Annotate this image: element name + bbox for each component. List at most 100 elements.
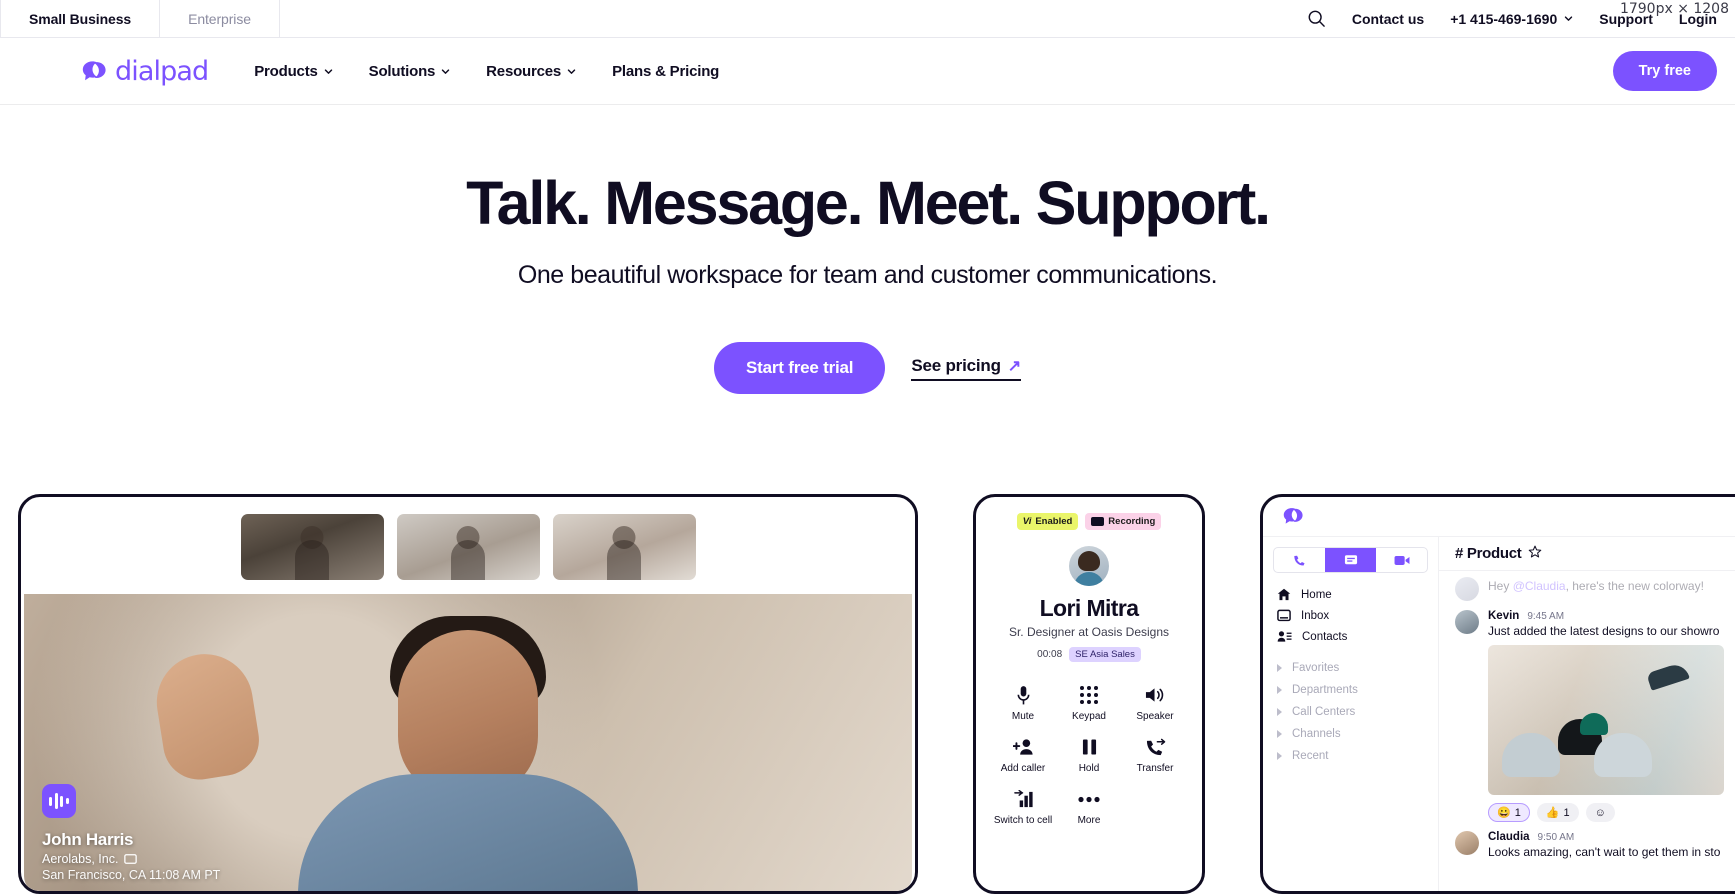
nav-item-resources[interactable]: Resources <box>486 63 576 80</box>
chevron-right-icon <box>1277 730 1282 738</box>
list-item: Kevin 9:45 AM Just added the latest desi… <box>1455 610 1735 822</box>
contact-us-link[interactable]: Contact us <box>1352 11 1424 27</box>
star-outline-icon[interactable] <box>1528 545 1542 563</box>
message-text: Looks amazing, can't wait to get them in… <box>1488 845 1721 859</box>
voice-waveform-icon <box>42 784 76 818</box>
phone-number-selector[interactable]: +1 415-469-1690 <box>1450 11 1573 27</box>
transfer-button[interactable]: Transfer <box>1122 736 1188 774</box>
try-free-button[interactable]: Try free <box>1612 51 1717 91</box>
add-caller-button[interactable]: Add caller <box>990 736 1056 774</box>
control-label: Transfer <box>1136 763 1174 774</box>
chair-shape <box>1594 733 1652 777</box>
utility-bar: Small Business Enterprise Contact us +1 … <box>0 0 1735 38</box>
speaker-figure <box>398 630 538 798</box>
mute-button[interactable]: Mute <box>990 684 1056 722</box>
keypad-button[interactable]: Keypad <box>1056 684 1122 722</box>
mention[interactable]: @Claudia <box>1513 579 1566 593</box>
page-title: Talk. Message. Meet. Support. <box>466 169 1271 237</box>
caller-info-overlay: John Harris Aerolabs, Inc. San Francisco… <box>42 784 220 882</box>
sidebar-group-recent[interactable]: Recent <box>1273 745 1428 767</box>
avatar <box>1069 546 1109 586</box>
nav-label: Products <box>254 62 318 80</box>
reaction-count: 1 <box>1563 806 1570 819</box>
message-text: Hey @Claudia, here's the new colorway! <box>1488 579 1704 593</box>
dialpad-wordmark: dialpad <box>115 55 209 87</box>
channel-title: # Product <box>1455 545 1522 562</box>
sidebar-item-home[interactable]: Home <box>1273 584 1428 605</box>
reaction-chip[interactable]: 😀 1 <box>1488 803 1530 822</box>
caller-org-label: Aerolabs, Inc. <box>42 852 119 866</box>
sidebar-group-label: Channels <box>1292 728 1341 740</box>
nav-label: Plans & Pricing <box>612 62 720 80</box>
recording-badge: Recording <box>1085 513 1162 530</box>
message-attachment-image[interactable] <box>1488 645 1724 795</box>
reaction-emoji: 👍 <box>1545 807 1560 819</box>
sidebar-group-label: Call Centers <box>1292 706 1356 718</box>
dialpad-logo[interactable]: dialpad <box>80 55 209 87</box>
callee-name: Lori Mitra <box>1039 595 1139 621</box>
app-header <box>1263 497 1735 537</box>
sidebar-group-departments[interactable]: Departments <box>1273 679 1428 701</box>
inbox-icon <box>1277 609 1291 622</box>
call-group-tag: SE Asia Sales <box>1069 647 1141 662</box>
keypad-icon <box>1056 684 1122 706</box>
phone-icon <box>1294 555 1305 566</box>
sidebar-group-label: Departments <box>1292 684 1358 696</box>
message-list[interactable]: Hey @Claudia, here's the new colorway! K… <box>1439 571 1735 891</box>
chevron-down-icon <box>324 68 332 74</box>
tab-messages[interactable] <box>1325 548 1376 572</box>
participant-thumbnail <box>240 514 384 580</box>
chevron-right-icon <box>1277 752 1282 760</box>
message-text-after: , here's the new colorway! <box>1565 579 1704 593</box>
chat-panel: # Product Hey @Claudia, here's the new c… <box>1439 537 1735 891</box>
reaction-count: 1 <box>1514 806 1521 819</box>
tab-phone[interactable] <box>1274 548 1325 572</box>
sidebar-item-contacts[interactable]: Contacts <box>1273 626 1428 647</box>
start-free-trial-button[interactable]: Start free trial <box>713 342 886 395</box>
participant-thumbnails <box>21 497 915 594</box>
avatar <box>1455 577 1479 601</box>
sidebar-item-inbox[interactable]: Inbox <box>1273 605 1428 626</box>
switch-to-cell-button[interactable]: Switch to cell <box>990 788 1056 826</box>
segment-enterprise[interactable]: Enterprise <box>160 0 280 38</box>
add-reaction-button[interactable]: ☺ <box>1585 803 1615 822</box>
hero-cta-row: Start free trial See pricing ↗ <box>0 342 1735 395</box>
sidebar-group-favorites[interactable]: Favorites <box>1273 657 1428 679</box>
video-meeting-mockup: John Harris Aerolabs, Inc. San Francisco… <box>18 494 918 894</box>
sidebar-divider <box>1273 647 1428 657</box>
reaction-chip[interactable]: 👍 1 <box>1536 803 1579 822</box>
avatar <box>1455 831 1479 855</box>
primary-nav-links: Products Solutions Resources Plans & Pri… <box>254 63 719 80</box>
speaker-figure <box>298 774 638 891</box>
chevron-right-icon <box>1277 686 1282 694</box>
control-label: Speaker <box>1136 711 1174 722</box>
speaker-button[interactable]: Speaker <box>1122 684 1188 722</box>
hold-button[interactable]: Hold <box>1056 736 1122 774</box>
nav-item-solutions[interactable]: Solutions <box>369 63 451 80</box>
segment-small-business[interactable]: Small Business <box>0 0 161 38</box>
sidebar-group-channels[interactable]: Channels <box>1273 723 1428 745</box>
tab-video[interactable] <box>1376 548 1427 572</box>
see-pricing-link[interactable]: See pricing ↗ <box>911 356 1021 381</box>
call-timer-row: 00:08 SE Asia Sales <box>990 647 1188 662</box>
more-button[interactable]: More <box>1056 788 1122 826</box>
nav-item-products[interactable]: Products <box>254 63 332 80</box>
chevron-down-icon <box>1565 16 1573 21</box>
segment-label: Small Business <box>29 10 132 27</box>
sidebar-label: Inbox <box>1301 609 1330 622</box>
search-icon[interactable] <box>1307 9 1326 28</box>
vi-enabled-badge: Vi Enabled <box>1016 513 1079 530</box>
emoji-face-icon: ☺ <box>1594 806 1606 819</box>
sidebar-group-call-centers[interactable]: Call Centers <box>1273 701 1428 723</box>
more-horizontal-icon <box>1056 788 1122 810</box>
hero-subheading: One beautiful workspace for team and cus… <box>517 261 1218 290</box>
nav-item-plans-pricing[interactable]: Plans & Pricing <box>612 63 719 80</box>
message-header: Claudia 9:50 AM <box>1488 831 1720 843</box>
control-label: Add caller <box>1000 763 1046 774</box>
nav-label: Solutions <box>368 62 436 80</box>
recording-icon <box>1091 517 1105 526</box>
call-status-badges: Vi Enabled Recording <box>990 513 1188 530</box>
control-label: Switch to cell <box>993 815 1053 826</box>
mode-switcher <box>1273 547 1428 573</box>
chevron-right-icon <box>1277 664 1282 672</box>
